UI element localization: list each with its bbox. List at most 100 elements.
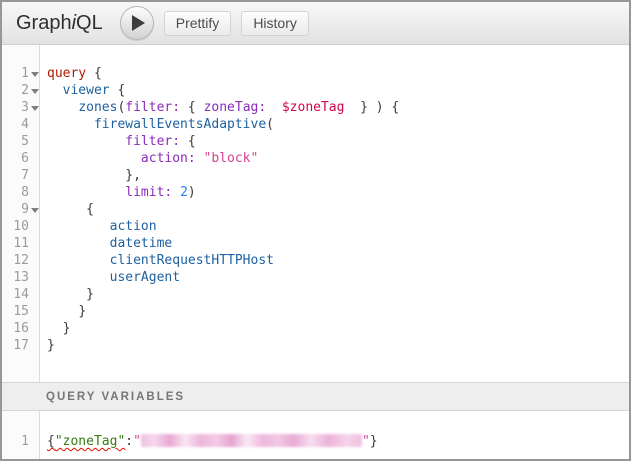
token-ws <box>47 202 86 217</box>
token-punc: { <box>86 66 102 81</box>
fold-gutter <box>29 303 40 320</box>
code-text: action <box>40 218 157 235</box>
code-line: 1 query { <box>2 65 629 82</box>
fold-gutter <box>29 133 40 150</box>
token-punc: } <box>370 434 378 449</box>
code-text: }, <box>40 167 141 184</box>
line-number: 1 <box>2 65 29 82</box>
token-punc: } <box>78 304 86 319</box>
line-number: 4 <box>2 116 29 133</box>
token-attr: filter: <box>125 100 180 115</box>
token-ws <box>47 117 94 132</box>
line-number: 9 <box>2 201 29 218</box>
prettify-button[interactable]: Prettify <box>164 11 232 36</box>
line-number: 13 <box>2 269 29 286</box>
code-line: 11 datetime <box>2 235 629 252</box>
redacted-value <box>141 434 362 447</box>
code-text: } <box>40 303 86 320</box>
fold-gutter <box>29 252 40 269</box>
token-punc: ( <box>266 117 274 132</box>
token-ws <box>172 185 180 200</box>
query-editor[interactable]: 1query {2 viewer {3 zones(filter: { zone… <box>2 45 629 382</box>
line-number: 15 <box>2 303 29 320</box>
code-text: viewer { <box>40 82 125 99</box>
token-ws <box>47 321 63 336</box>
code-text: } <box>40 337 55 354</box>
fold-gutter <box>29 337 40 354</box>
code-line: 1{"zoneTag":""} <box>2 433 629 450</box>
code-line: 5 filter: { <box>2 133 629 150</box>
code-line: 3 zones(filter: { zoneTag: $zoneTag } ) … <box>2 99 629 116</box>
code-line: 13 userAgent <box>2 269 629 286</box>
token-ws <box>47 168 125 183</box>
logo-text-prefix: Graph <box>16 12 72 34</box>
fold-arrow-icon[interactable] <box>31 89 39 94</box>
code-line: 8 limit: 2) <box>2 184 629 201</box>
token-punc: }, <box>125 168 141 183</box>
line-number: 7 <box>2 167 29 184</box>
line-number: 11 <box>2 235 29 252</box>
code-line: 9 { <box>2 201 629 218</box>
history-button[interactable]: History <box>241 11 309 36</box>
play-icon <box>132 15 145 31</box>
line-number: 12 <box>2 252 29 269</box>
token-str: "block" <box>204 151 259 166</box>
token-attr: action: <box>141 151 196 166</box>
token-kw: query <box>47 66 86 81</box>
fold-arrow-icon[interactable] <box>31 72 39 77</box>
fold-gutter <box>29 235 40 252</box>
fold-gutter <box>29 218 40 235</box>
fold-arrow-icon[interactable] <box>31 106 39 111</box>
token-attr: limit: <box>125 185 172 200</box>
token-ws <box>47 83 63 98</box>
execute-query-button[interactable] <box>120 6 154 40</box>
code-line: 12 clientRequestHTTPHost <box>2 252 629 269</box>
token-punc: } <box>86 287 94 302</box>
token-ws <box>47 236 110 251</box>
token-str: " <box>362 434 370 449</box>
token-punc: } <box>47 338 55 353</box>
variables-editor[interactable]: 1{"zoneTag":""} <box>2 411 629 459</box>
token-var: $zoneTag <box>282 100 345 115</box>
token-ws <box>47 219 110 234</box>
code-line: 2 viewer { <box>2 82 629 99</box>
toolbar: GraphiQL Prettify History <box>2 2 629 45</box>
query-variables-header[interactable]: QUERY VARIABLES <box>2 382 629 411</box>
code-text: query { <box>40 65 102 82</box>
code-text: {"zoneTag":""} <box>40 433 378 450</box>
token-field: clientRequestHTTPHost <box>110 253 274 268</box>
line-number: 14 <box>2 286 29 303</box>
code-text: filter: { <box>40 133 196 150</box>
fold-gutter <box>29 116 40 133</box>
code-line: 15 } <box>2 303 629 320</box>
token-ws <box>47 287 86 302</box>
line-number: 3 <box>2 99 29 116</box>
graphiql-window: GraphiQL Prettify History 1query {2 view… <box>0 0 631 461</box>
code-text: datetime <box>40 235 172 252</box>
code-lines: 1query {2 viewer {3 zones(filter: { zone… <box>2 45 629 354</box>
fold-gutter <box>29 320 40 337</box>
variables-lines: 1{"zoneTag":""} <box>2 411 629 450</box>
line-number: 16 <box>2 320 29 337</box>
token-punc: { <box>47 434 55 449</box>
line-number: 8 <box>2 184 29 201</box>
code-text: zones(filter: { zoneTag: $zoneTag } ) { <box>40 99 399 116</box>
token-field: zones <box>78 100 117 115</box>
code-text: { <box>40 201 94 218</box>
token-ws <box>47 270 110 285</box>
code-text: userAgent <box>40 269 180 286</box>
fold-arrow-icon[interactable] <box>31 208 39 213</box>
fold-gutter <box>29 286 40 303</box>
logo-text-suffix: QL <box>76 12 103 34</box>
token-punc: } ) { <box>344 100 399 115</box>
fold-gutter <box>29 65 40 82</box>
code-text: limit: 2) <box>40 184 196 201</box>
token-field: viewer <box>63 83 110 98</box>
code-line: 16 } <box>2 320 629 337</box>
token-ws <box>47 185 125 200</box>
token-punc: } <box>63 321 71 336</box>
token-field: action <box>110 219 157 234</box>
code-line: 4 firewallEventsAdaptive( <box>2 116 629 133</box>
token-num: 2 <box>180 185 188 200</box>
token-ws <box>47 253 110 268</box>
